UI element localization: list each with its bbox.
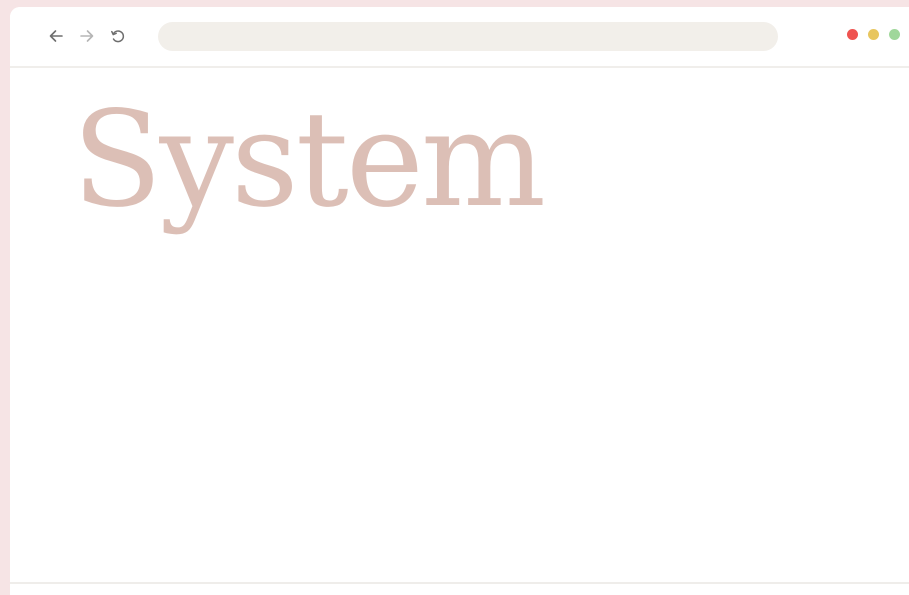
minimize-window-button[interactable]: [868, 29, 879, 40]
bottom-divider: [10, 582, 909, 584]
close-window-button[interactable]: [847, 29, 858, 40]
address-bar-input[interactable]: [158, 22, 778, 51]
reload-icon: [111, 30, 125, 43]
browser-window: System: [10, 7, 909, 595]
browser-toolbar: [10, 7, 909, 68]
maximize-window-button[interactable]: [889, 29, 900, 40]
back-button[interactable]: [46, 26, 66, 46]
page-title: System: [72, 83, 546, 237]
forward-arrow-icon: [80, 30, 94, 42]
window-controls: [847, 29, 900, 40]
reload-button[interactable]: [108, 26, 128, 46]
page-content: System: [10, 68, 909, 582]
back-arrow-icon: [49, 30, 63, 42]
forward-button[interactable]: [77, 26, 97, 46]
